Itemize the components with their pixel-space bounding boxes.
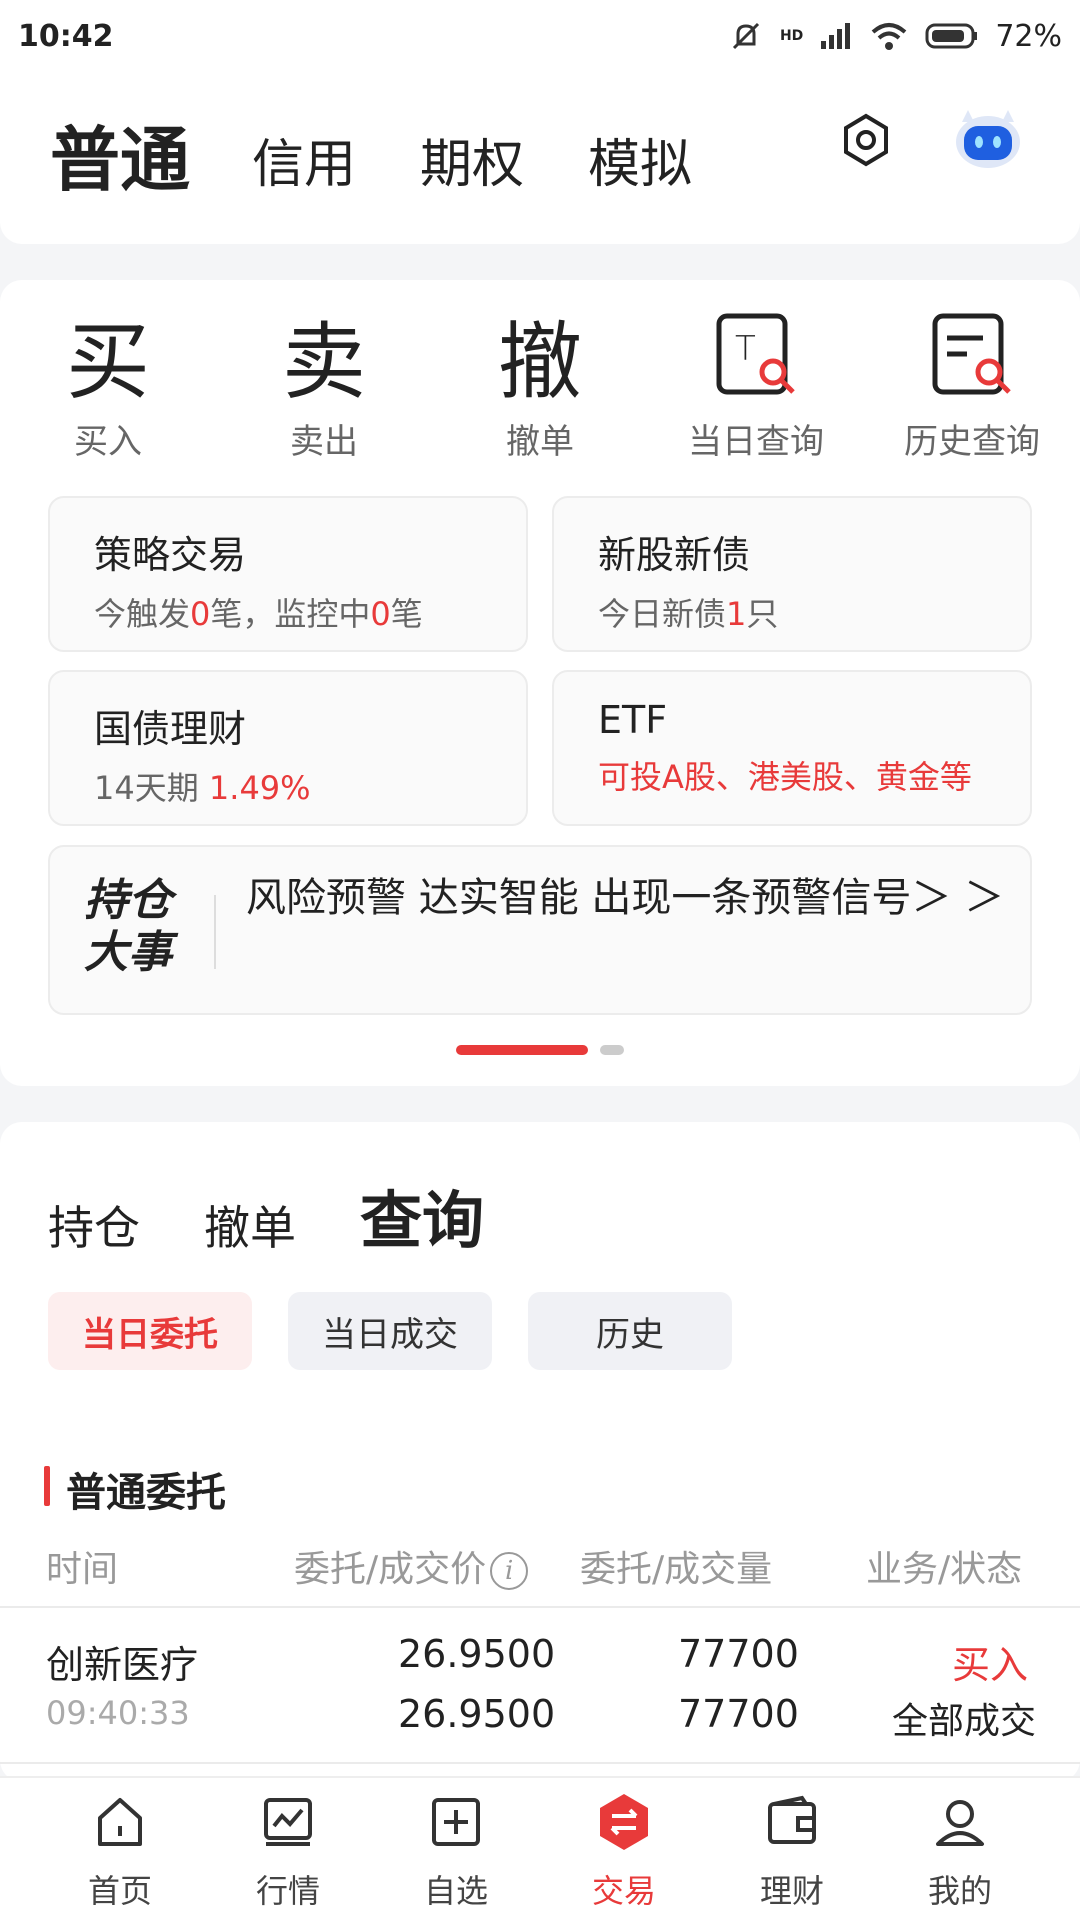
treasury-finance-tile[interactable]: 国债理财 14天期 1.49% [48,670,528,826]
position-alert-banner[interactable]: 持仓 大事 风险预警 达实智能 出现一条预警信号＞ ＞ [48,845,1032,1015]
ipo-bond-subtitle: 今日新债1只 [598,595,779,633]
order-price: 26.9500 [398,1632,556,1676]
tab-normal-label: 普通 [50,119,190,201]
strategy-trade-title: 策略交易 [94,533,247,577]
today-query-button[interactable]: T 当日查询 [666,300,846,463]
order-side: 买入 [952,1643,1029,1687]
buy-label: 买入 [74,422,142,462]
chip-today-deals[interactable]: 当日成交 [288,1292,492,1370]
nav-finance[interactable]: 理财 [722,1792,862,1912]
svg-text:T: T [735,329,756,369]
mute-icon [732,22,760,50]
order-stock-name: 创新医疗 [46,1643,199,1687]
cancel-order-icon: 撤 [497,312,582,411]
status-time: 10:42 [18,18,114,54]
nav-mine-label: 我的 [927,1872,992,1910]
col-time: 时间 [46,1549,119,1590]
tab-options[interactable]: 期权 [420,122,524,197]
nav-finance-label: 理财 [759,1872,824,1910]
nav-home-label: 首页 [87,1872,152,1910]
nav-trade-label: 交易 [591,1872,656,1910]
section-title: 普通委托 [44,1460,226,1518]
tab-credit[interactable]: 信用 [252,122,356,197]
risk-alert-text: 风险预警 达实智能 出现一条预警信号＞ ＞ [246,875,1005,921]
sell-button[interactable]: 卖 卖出 [234,300,414,463]
battery-level: 72% [995,18,1062,54]
ipo-bond-tile[interactable]: 新股新债 今日新债1只 [552,496,1032,652]
battery-icon [925,23,978,49]
order-time: 09:40:33 [46,1694,190,1732]
nav-home[interactable]: 首页 [50,1792,190,1912]
chip-history[interactable]: 历史 [528,1292,732,1370]
history-query-button[interactable]: 历史查询 [882,300,1062,463]
treasury-finance-subtitle: 14天期 1.49% [94,769,311,807]
buy-button[interactable]: 买 买入 [18,300,198,463]
etf-tile[interactable]: ETF 可投A股、港美股、黄金等 [552,670,1032,826]
col-price: 委托/成交价 i [294,1540,529,1592]
info-icon[interactable]: i [490,1552,529,1590]
nav-market[interactable]: 行情 [218,1792,358,1912]
deal-price: 26.9500 [398,1692,556,1736]
cancel-order-label: 撤单 [506,422,574,462]
etf-subtitle: 可投A股、港美股、黄金等 [598,758,972,796]
etf-title: ETF [598,698,668,742]
history-query-icon [882,300,1062,410]
strategy-trade-subtitle: 今触发0笔，监控中0笔 [94,595,423,633]
position-events-logo: 持仓 大事 [84,875,172,978]
status-icons: HD 72% [728,18,1062,54]
today-query-icon: T [666,300,846,410]
today-query-label: 当日查询 [688,422,824,462]
bottom-nav: 首页 行情 自选 交易 理财 我的 [0,1776,1080,1920]
nav-mine[interactable]: 我的 [890,1792,1030,1912]
divider [0,1762,1080,1764]
chart-icon [264,1798,312,1846]
tab-positions[interactable]: 持仓 [48,1192,140,1258]
robot-assistant-icon[interactable] [950,100,1026,176]
cancel-order-button[interactable]: 撤 撤单 [450,300,630,463]
nav-watchlist-label: 自选 [423,1872,488,1910]
sell-label: 卖出 [290,422,358,462]
trade-actions-card: 买 买入 卖 卖出 撤 撤单 T 当日查询 历史查询 策略交易 今触发0笔，监控… [0,280,1080,1086]
treasury-finance-title: 国债理财 [94,707,247,751]
user-icon [936,1800,984,1846]
tab-query[interactable]: 查询 [360,1170,484,1260]
wallet-icon [768,1795,816,1844]
deal-qty: 77700 [678,1692,799,1736]
order-state: 全部成交 [892,1701,1037,1742]
divider [214,895,216,969]
pager-dot-active [456,1045,588,1055]
divider [0,1606,1080,1608]
account-type-header: 普通 信用 期权 模拟 [0,72,1080,244]
sell-icon: 卖 [281,312,366,411]
strategy-trade-tile[interactable]: 策略交易 今触发0笔，监控中0笔 [48,496,528,652]
ipo-bond-title: 新股新债 [598,533,751,577]
col-qty: 委托/成交量 [580,1549,773,1590]
nav-market-label: 行情 [255,1872,320,1910]
tab-simulation[interactable]: 模拟 [588,122,692,197]
order-qty: 77700 [678,1632,799,1676]
pager-dot [600,1045,624,1055]
tab-normal[interactable]: 普通 [50,104,190,205]
trade-icon [600,1794,648,1850]
home-icon [98,1798,142,1846]
tab-cancel-orders[interactable]: 撤单 [204,1192,296,1258]
status-bar: 10:42 HD 72% [0,0,1080,72]
query-card: 持仓 撤单 查询 当日委托 当日成交 历史 普通委托 时间 委托/成交价 i 委托… [0,1122,1080,1782]
settings-icon[interactable] [838,112,894,168]
signal-icon [821,23,851,49]
network-type-label: HD [779,28,804,44]
history-query-label: 历史查询 [904,422,1040,462]
wifi-icon [871,23,907,50]
buy-icon: 买 [65,312,150,411]
add-box-icon [432,1798,480,1846]
col-status: 业务/状态 [866,1549,1023,1590]
nav-trade[interactable]: 交易 [554,1792,694,1912]
tab-query-label: 查询 [360,1184,485,1257]
chip-today-orders[interactable]: 当日委托 [48,1292,252,1370]
nav-watchlist[interactable]: 自选 [386,1792,526,1912]
